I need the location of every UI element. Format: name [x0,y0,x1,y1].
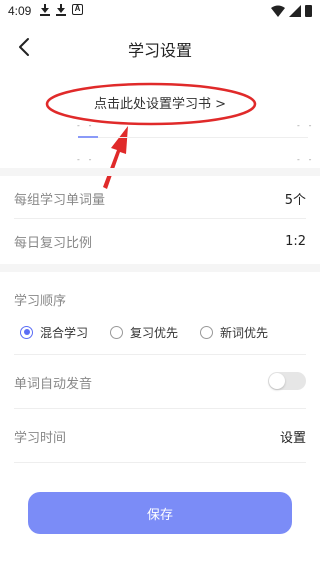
section-divider [0,264,320,272]
study-order-radio-group: 混合学习 复习优先 新词优先 [20,322,310,342]
save-button[interactable]: 保存 [28,492,292,534]
auto-pronounce-toggle[interactable] [268,372,306,390]
group-words-row[interactable]: 每组学习单词量 5个 [14,176,306,220]
radio-label: 混合学习 [40,325,89,340]
app-notification-icon: A [72,4,83,15]
study-order-label: 学习顺序 [14,294,67,309]
header: 学习设置 [0,28,320,66]
radio-button[interactable] [20,325,33,339]
section-divider [0,168,320,176]
wifi-icon [271,5,285,17]
divider [14,462,306,463]
divider [14,408,306,409]
study-time-value[interactable]: 设置 [280,427,306,446]
radio-button[interactable] [110,325,124,339]
review-ratio-value: 1:2 [285,233,306,249]
review-ratio-row[interactable]: 每日复习比例 1:2 [14,219,306,263]
progress-indicator [78,136,98,138]
download-icon [56,3,66,17]
notification-icons: A [40,3,83,17]
radio-label: 新词优先 [220,325,269,340]
system-icons [271,5,312,17]
download-icon [40,3,50,17]
signal-icon [289,5,301,17]
review-ratio-label: 每日复习比例 [14,235,93,251]
battery-icon [305,5,312,17]
dash-placeholder: - - [296,121,314,130]
divider [14,354,306,355]
toggle-knob [269,373,285,389]
dash-placeholder: - - [76,121,94,130]
group-words-label: 每组学习单词量 [14,192,106,208]
radio-mixed[interactable]: 混合学习 [20,324,88,341]
group-words-value: 5个 [284,192,306,208]
dash-placeholder: - - [296,155,314,164]
set-book-link[interactable]: 点击此处设置学习书 > [0,93,320,112]
radio-new-first[interactable]: 新词优先 [200,324,268,341]
radio-button[interactable] [200,325,214,339]
study-time-label: 学习时间 [14,430,67,446]
radio-review-first[interactable]: 复习优先 [110,324,178,341]
radio-label: 复习优先 [130,325,179,340]
progress-track [98,137,308,138]
dash-placeholder: - - [76,155,94,164]
status-bar: 4:09 A [0,0,320,24]
status-time: 4:09 [8,4,32,18]
auto-pronounce-label: 单词自动发音 [14,377,93,392]
page-title: 学习设置 [127,41,192,60]
study-time-row[interactable]: 学习时间 设置 [14,414,306,458]
